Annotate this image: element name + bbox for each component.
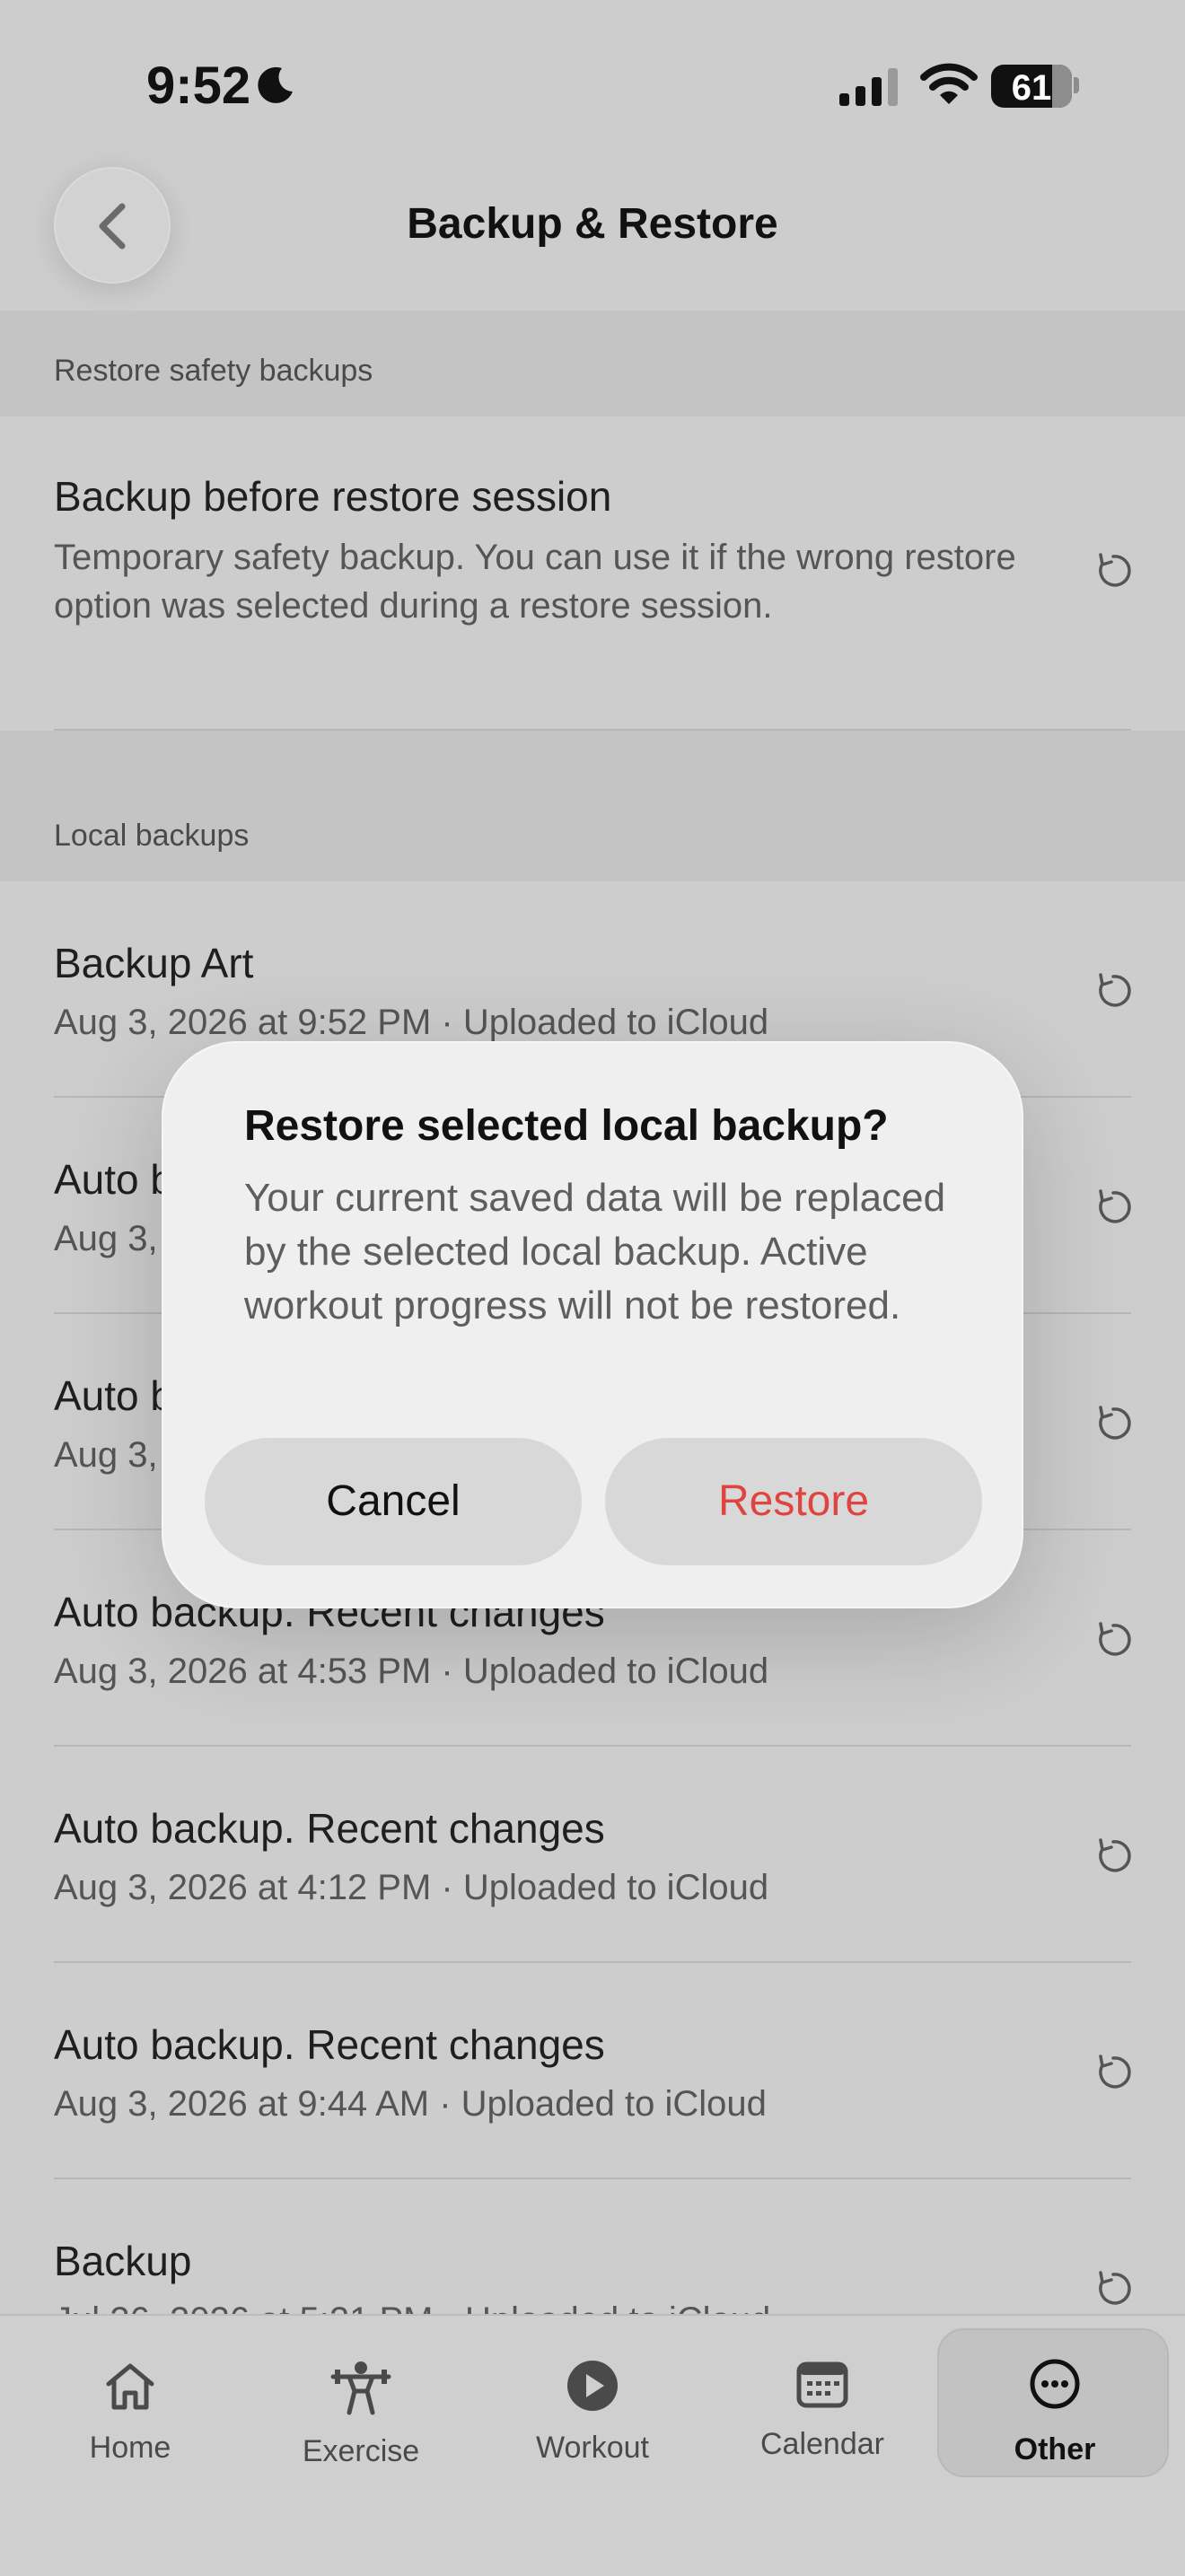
row-subtitle: Temporary safety backup. You can use it … (54, 538, 1016, 626)
tab-label: Home (89, 2431, 171, 2465)
battery-level: 61 (1011, 68, 1052, 108)
tab-bar: Home Exercise Workout Calendar Other (0, 2314, 1185, 2576)
restore-icon[interactable] (1093, 1836, 1133, 1876)
row-title: Backup before restore session (54, 473, 612, 520)
restore-icon[interactable] (1093, 551, 1133, 591)
row-subtitle: Aug 3, 2026 at 4:53 PM · Uploaded to iCl… (54, 1652, 769, 1691)
status-bar: 9:52 61 (0, 0, 1185, 162)
restore-icon[interactable] (1093, 1620, 1133, 1660)
cellular-signal-icon (839, 68, 898, 106)
battery-icon: 61 (991, 65, 1072, 108)
restore-icon[interactable] (1093, 2269, 1133, 2309)
local-backup-row[interactable]: Auto backup. Recent changes Aug 3, 2026 a… (0, 1747, 1185, 1963)
page-title: Backup & Restore (407, 200, 778, 248)
restore-button[interactable]: Restore (605, 1438, 982, 1565)
tab-label: Exercise (302, 2434, 420, 2468)
tab-workout[interactable]: Workout (485, 2341, 700, 2484)
tab-other[interactable]: Other (937, 2328, 1169, 2477)
tab-exercise[interactable]: Exercise (253, 2341, 469, 2484)
restore-icon[interactable] (1093, 1404, 1133, 1443)
status-time: 9:52 (146, 57, 251, 115)
dialog-message: Your current saved data will be replaced… (244, 1176, 946, 1327)
row-title: Auto backup. Recent changes (54, 2021, 605, 2068)
tab-calendar[interactable]: Calendar (715, 2341, 930, 2484)
row-title: Backup (54, 2238, 192, 2284)
row-title: Backup Art (54, 940, 254, 986)
tab-label: Workout (536, 2431, 649, 2465)
section-label: Restore safety backups (54, 354, 373, 388)
battery-tip (1074, 77, 1079, 93)
row-subtitle: Aug 3, 2026 at 9:44 AM · Uploaded to iCl… (54, 2084, 767, 2124)
tab-label: Other (1014, 2432, 1096, 2466)
moon-icon (258, 66, 293, 103)
restore-icon[interactable] (1093, 971, 1133, 1011)
weightlifter-icon (330, 2361, 391, 2415)
dialog-title: Restore selected local backup? (244, 1102, 889, 1150)
play-circle-icon (567, 2361, 618, 2411)
nav-header: Backup & Restore (0, 162, 1185, 314)
row-subtitle: Aug 3, 2026 at 4:12 PM · Uploaded to iCl… (54, 1868, 769, 1907)
safety-backup-row[interactable]: Backup before restore session Temporary … (0, 416, 1185, 731)
local-backup-row[interactable]: Auto backup. Recent changes Aug 3, 2026 a… (0, 1963, 1185, 2179)
section-header-local: Local backups (0, 731, 1185, 881)
restore-confirm-dialog: Restore selected local backup? Your curr… (162, 1041, 1023, 1608)
ellipsis-circle-icon (1030, 2359, 1080, 2409)
restore-icon[interactable] (1093, 2053, 1133, 2092)
tab-home[interactable]: Home (22, 2341, 238, 2484)
tab-label: Calendar (760, 2427, 884, 2461)
cancel-button[interactable]: Cancel (205, 1438, 582, 1565)
section-header-safety: Restore safety backups (0, 311, 1185, 416)
row-subtitle: Aug 3, 2026 at 9:52 PM · Uploaded to iCl… (54, 1003, 769, 1042)
calendar-icon (796, 2361, 848, 2408)
wifi-icon (920, 63, 978, 104)
house-icon (106, 2363, 154, 2410)
restore-icon[interactable] (1093, 1187, 1133, 1227)
row-title: Auto backup. Recent changes (54, 1805, 605, 1852)
section-label: Local backups (54, 819, 250, 853)
